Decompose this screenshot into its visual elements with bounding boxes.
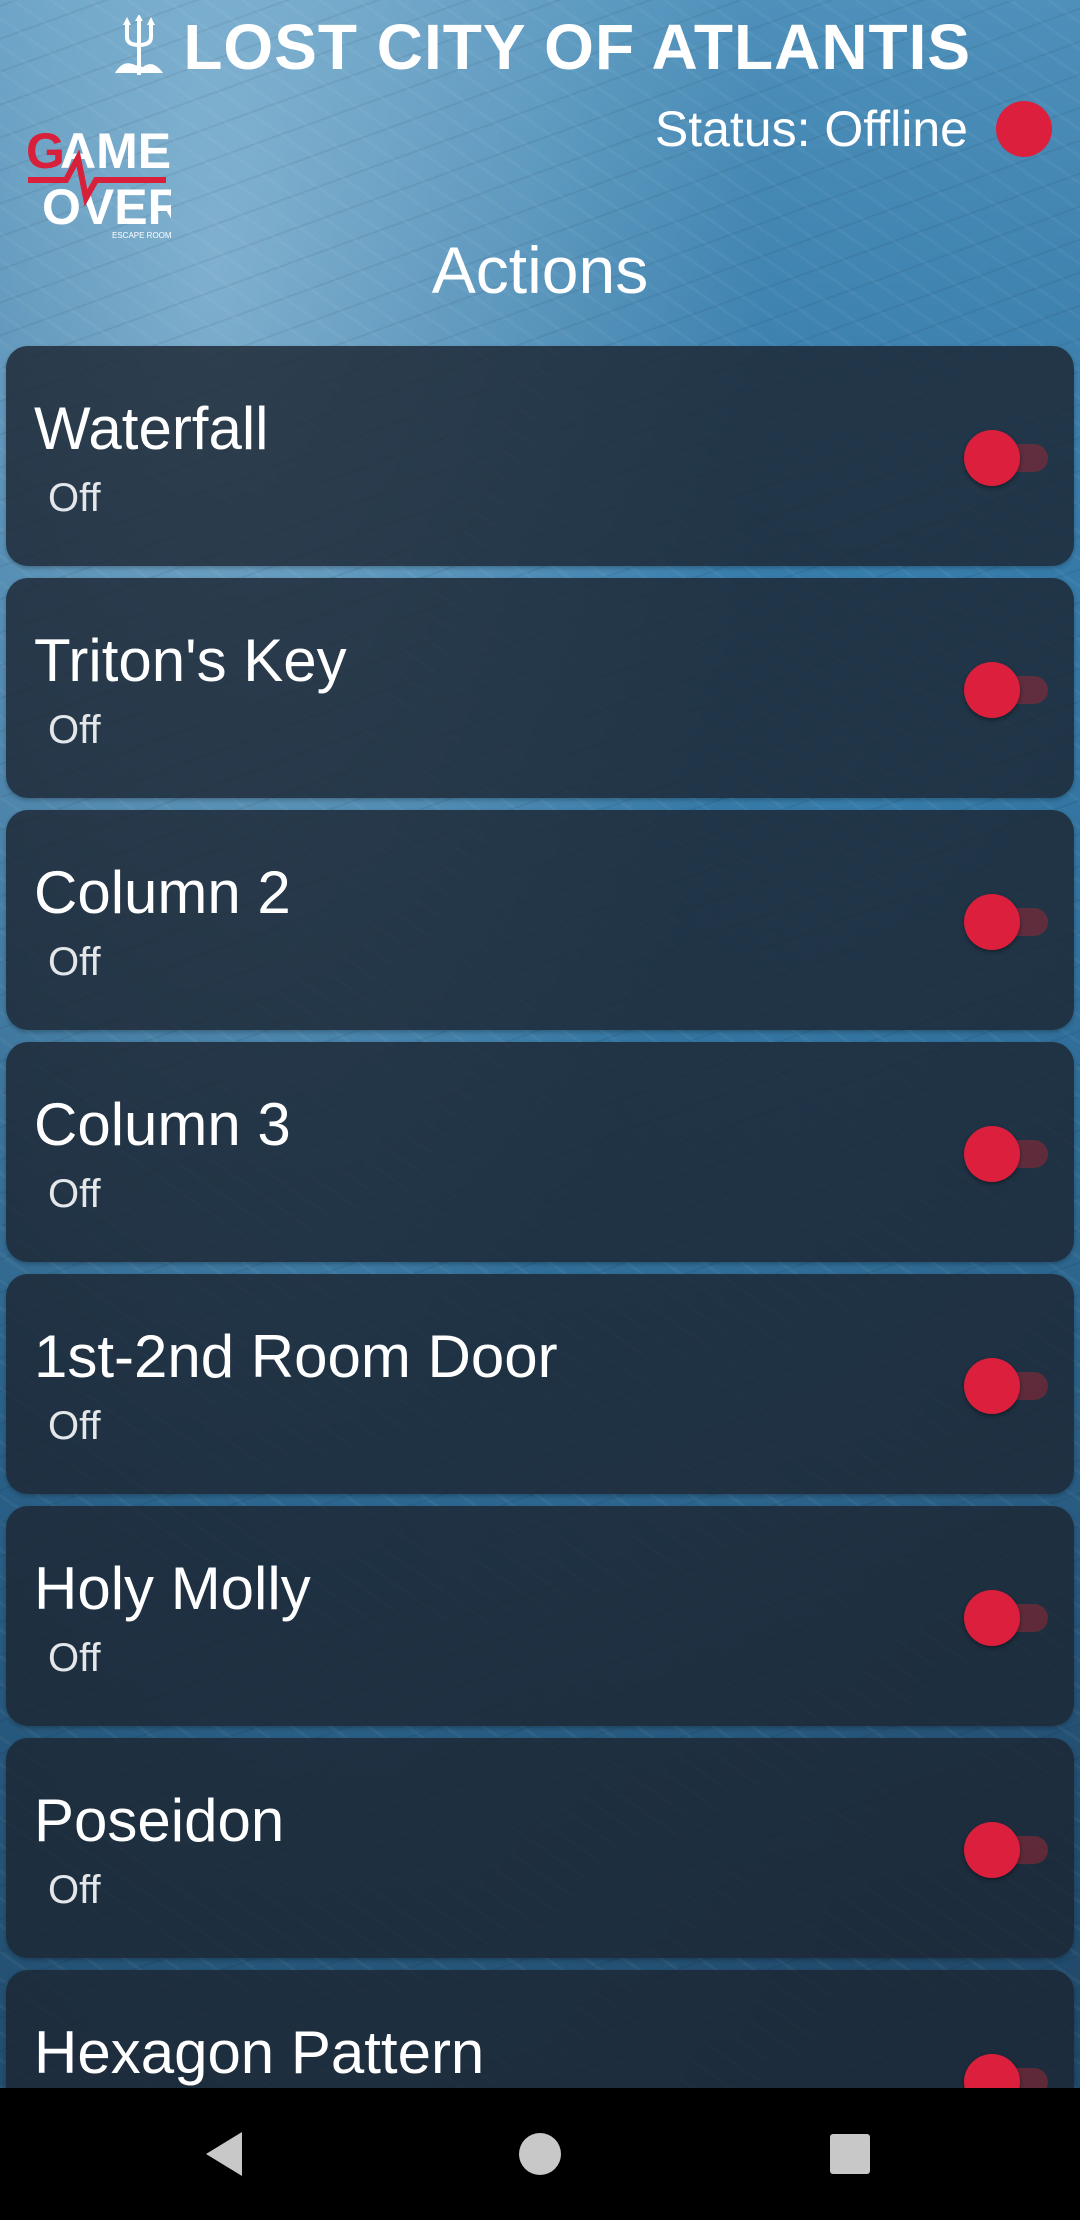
action-card-tritons-key[interactable]: Triton's Key Off [6, 578, 1074, 798]
toggle-thumb [964, 1358, 1020, 1414]
home-circle-icon[interactable] [510, 2124, 570, 2184]
action-label: Poseidon [34, 1787, 285, 1854]
action-label: Waterfall [34, 395, 269, 462]
action-card-poseidon[interactable]: Poseidon Off [6, 1738, 1074, 1958]
action-state: Off [48, 940, 101, 984]
action-label: Holy Molly [34, 1555, 311, 1622]
toggle-thumb [964, 662, 1020, 718]
actions-list: Waterfall Off Triton's Key Off Column 2 … [6, 346, 1074, 2202]
action-card-waterfall[interactable]: Waterfall Off [6, 346, 1074, 566]
action-state: Off [48, 1172, 101, 1216]
holy-molly-toggle[interactable] [964, 1590, 1050, 1646]
action-state: Off [48, 708, 101, 752]
svg-text:AME: AME [60, 123, 171, 179]
action-state: Off [48, 1404, 101, 1448]
system-navigation-bar [0, 2088, 1080, 2220]
toggle-thumb [964, 1590, 1020, 1646]
action-card-room-door[interactable]: 1st-2nd Room Door Off [6, 1274, 1074, 1494]
action-state: Off [48, 1636, 101, 1680]
title-row: LOST CITY OF ATLANTIS [0, 10, 1080, 84]
action-card-holy-molly[interactable]: Holy Molly Off [6, 1506, 1074, 1726]
app-screen: LOST CITY OF ATLANTIS G AME OVER ESCAPE … [0, 0, 1080, 2220]
toggle-thumb [964, 1822, 1020, 1878]
section-title: Actions [431, 233, 649, 307]
waterfall-toggle[interactable] [964, 430, 1050, 486]
action-label: Triton's Key [34, 627, 347, 694]
column-2-toggle[interactable] [964, 894, 1050, 950]
app-title: LOST CITY OF ATLANTIS [183, 11, 972, 83]
action-label: Hexagon Pattern [34, 2019, 485, 2086]
status-indicator-dot [996, 101, 1052, 157]
action-label: Column 3 [34, 1091, 291, 1158]
game-over-logo: G AME OVER ESCAPE ROOMS [26, 118, 184, 243]
header: LOST CITY OF ATLANTIS G AME OVER ESCAPE … [0, 0, 1080, 340]
svg-text:OVER: OVER [42, 179, 171, 235]
toggle-thumb [964, 430, 1020, 486]
recents-square-icon[interactable] [820, 2124, 880, 2184]
action-card-column-2[interactable]: Column 2 Off [6, 810, 1074, 1030]
toggle-thumb [964, 894, 1020, 950]
connection-status: Status: Offline [654, 101, 968, 157]
toggle-thumb [964, 1126, 1020, 1182]
back-triangle-icon[interactable] [196, 2124, 256, 2184]
tritons-key-toggle[interactable] [964, 662, 1050, 718]
room-door-toggle[interactable] [964, 1358, 1050, 1414]
poseidon-toggle[interactable] [964, 1822, 1050, 1878]
action-state: Off [48, 1868, 101, 1912]
column-3-toggle[interactable] [964, 1126, 1050, 1182]
action-card-column-3[interactable]: Column 3 Off [6, 1042, 1074, 1262]
action-label: 1st-2nd Room Door [34, 1323, 558, 1390]
action-state: Off [48, 476, 101, 520]
action-label: Column 2 [34, 859, 291, 926]
trident-icon [109, 14, 169, 79]
